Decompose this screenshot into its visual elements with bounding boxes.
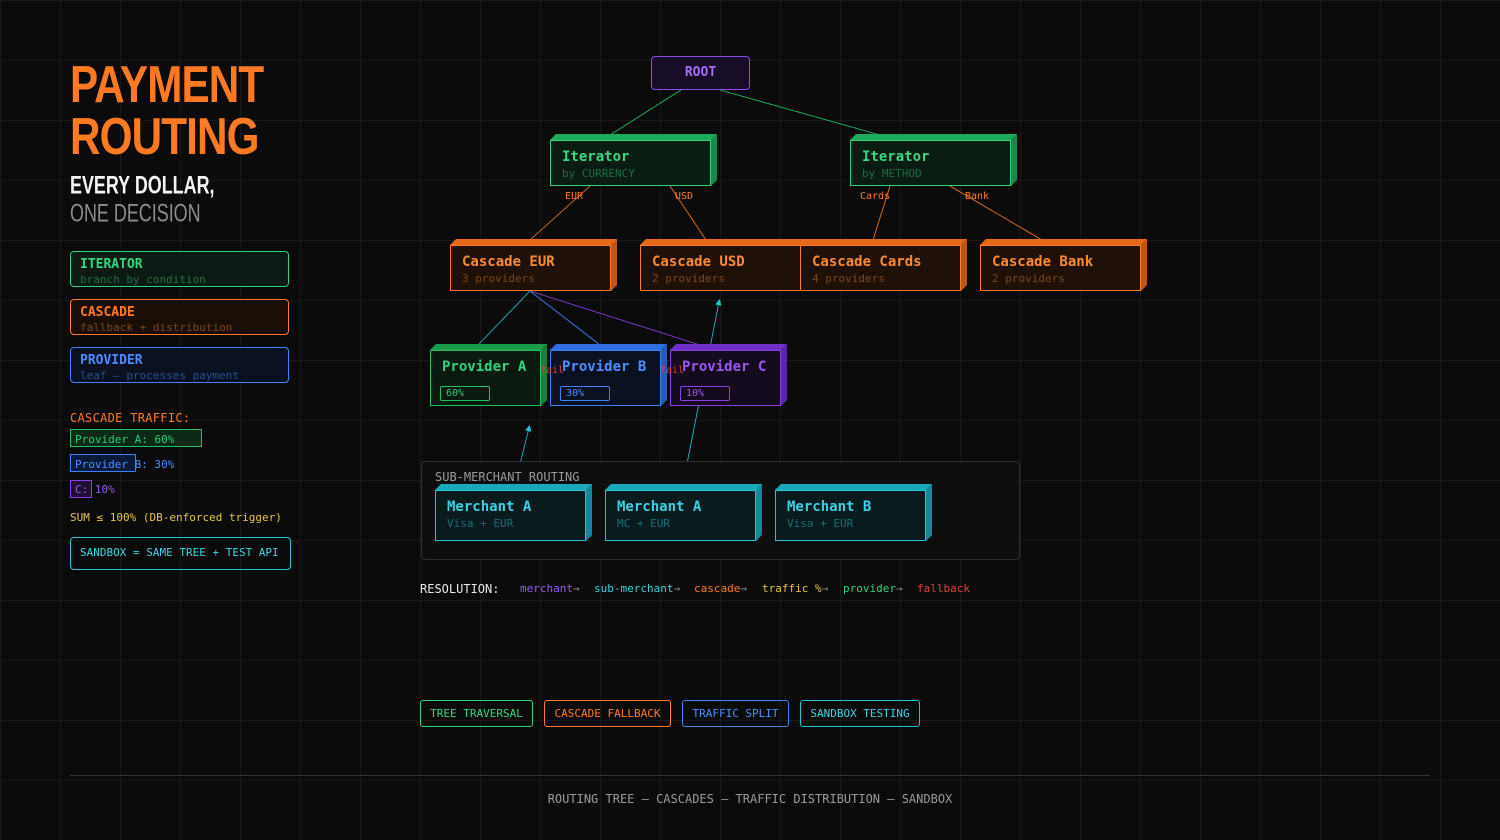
edge-cascade-provider-a bbox=[477, 290, 531, 346]
cascade-cards-title: Cascade Cards bbox=[812, 254, 922, 270]
cascade-eur-node: Cascade EUR 3 providers bbox=[450, 245, 611, 291]
root-node: ROOT bbox=[651, 56, 750, 90]
provider-b-node: Provider B 30% bbox=[550, 350, 661, 406]
iterator-currency-title: Iterator bbox=[562, 149, 630, 165]
edge-cascade-provider-c bbox=[529, 290, 701, 346]
edge-cascade-provider-b bbox=[529, 290, 601, 346]
provider-b-pct: 30% bbox=[560, 386, 610, 401]
merchant-a-mc-node: Merchant A MC + EUR bbox=[605, 490, 756, 541]
provider-c-node: Provider C 10% bbox=[670, 350, 781, 406]
tag-sandbox-testing: SANDBOX TESTING bbox=[800, 700, 920, 727]
fail-label-2: fail bbox=[660, 365, 685, 376]
iterator-currency-sub: by CURRENCY bbox=[562, 167, 635, 180]
resolution-step-merchant: merchant→ bbox=[520, 582, 580, 595]
edge-label-eur: EUR bbox=[565, 191, 584, 202]
iterator-method-node: Iterator by METHOD bbox=[850, 140, 1011, 186]
iterator-method-title: Iterator bbox=[862, 149, 930, 165]
sub-merchant-title: SUB-MERCHANT ROUTING bbox=[435, 470, 580, 484]
cascade-usd-sub: 2 providers bbox=[652, 272, 725, 285]
resolution-step-fallback: fallback bbox=[917, 582, 970, 595]
edge-label-cards: Cards bbox=[860, 191, 891, 202]
edge-root-iterator-1 bbox=[609, 89, 682, 136]
resolution-step-sub-merchant: sub-merchant→ bbox=[594, 582, 681, 595]
resolution-step-provider: provider→ bbox=[843, 582, 903, 595]
merchant-b-visa-node: Merchant B Visa + EUR bbox=[775, 490, 926, 541]
merchant-a-mc-sub: MC + EUR bbox=[617, 517, 670, 530]
footer-text: ROUTING TREE — CASCADES — TRAFFIC DISTRI… bbox=[547, 792, 953, 806]
iterator-method-sub: by METHOD bbox=[862, 167, 922, 180]
iterator-currency-node: Iterator by CURRENCY bbox=[550, 140, 711, 186]
merchant-a-visa-title: Merchant A bbox=[447, 499, 532, 515]
cascade-cards-node: Cascade Cards 4 providers bbox=[800, 245, 961, 291]
merchant-b-visa-sub: Visa + EUR bbox=[787, 517, 854, 530]
merchant-b-visa-title: Merchant B bbox=[787, 499, 872, 515]
merchant-a-visa-sub: Visa + EUR bbox=[447, 517, 514, 530]
cascade-usd-node: Cascade USD 2 providers bbox=[640, 245, 801, 291]
fail-label-1: fail bbox=[540, 365, 565, 376]
edge-label-bank: Bank bbox=[965, 191, 990, 202]
tag-tree-traversal: TREE TRAVERSAL bbox=[420, 700, 533, 727]
edge-label-usd: USD bbox=[675, 191, 694, 202]
cascade-bank-title: Cascade Bank bbox=[992, 254, 1094, 270]
tag-cascade-fallback: CASCADE FALLBACK bbox=[544, 700, 671, 727]
footer-divider bbox=[70, 775, 1430, 776]
cascade-bank-sub: 2 providers bbox=[992, 272, 1065, 285]
edge-root-iterator-2 bbox=[719, 89, 881, 136]
tag-traffic-split: TRAFFIC SPLIT bbox=[682, 700, 789, 727]
provider-a-node: Provider A 60% bbox=[430, 350, 541, 406]
provider-b-title: Provider B bbox=[562, 359, 647, 375]
provider-a-pct: 60% bbox=[440, 386, 490, 401]
resolution-label: RESOLUTION: bbox=[420, 582, 500, 596]
resolution-step-cascade: cascade→ bbox=[694, 582, 747, 595]
cascade-eur-sub: 3 providers bbox=[462, 272, 535, 285]
resolution-step-traffic: traffic %→ bbox=[762, 582, 829, 595]
cascade-usd-title: Cascade USD bbox=[652, 254, 745, 270]
cascade-bank-node: Cascade Bank 2 providers bbox=[980, 245, 1141, 291]
provider-c-title: Provider C bbox=[682, 359, 767, 375]
cascade-cards-sub: 4 providers bbox=[812, 272, 885, 285]
edge-iterator-bank bbox=[949, 185, 1043, 241]
provider-c-pct: 10% bbox=[680, 386, 730, 401]
merchant-a-visa-node: Merchant A Visa + EUR bbox=[435, 490, 586, 541]
merchant-a-mc-title: Merchant A bbox=[617, 499, 702, 515]
provider-a-title: Provider A bbox=[442, 359, 527, 375]
cascade-eur-title: Cascade EUR bbox=[462, 254, 555, 270]
